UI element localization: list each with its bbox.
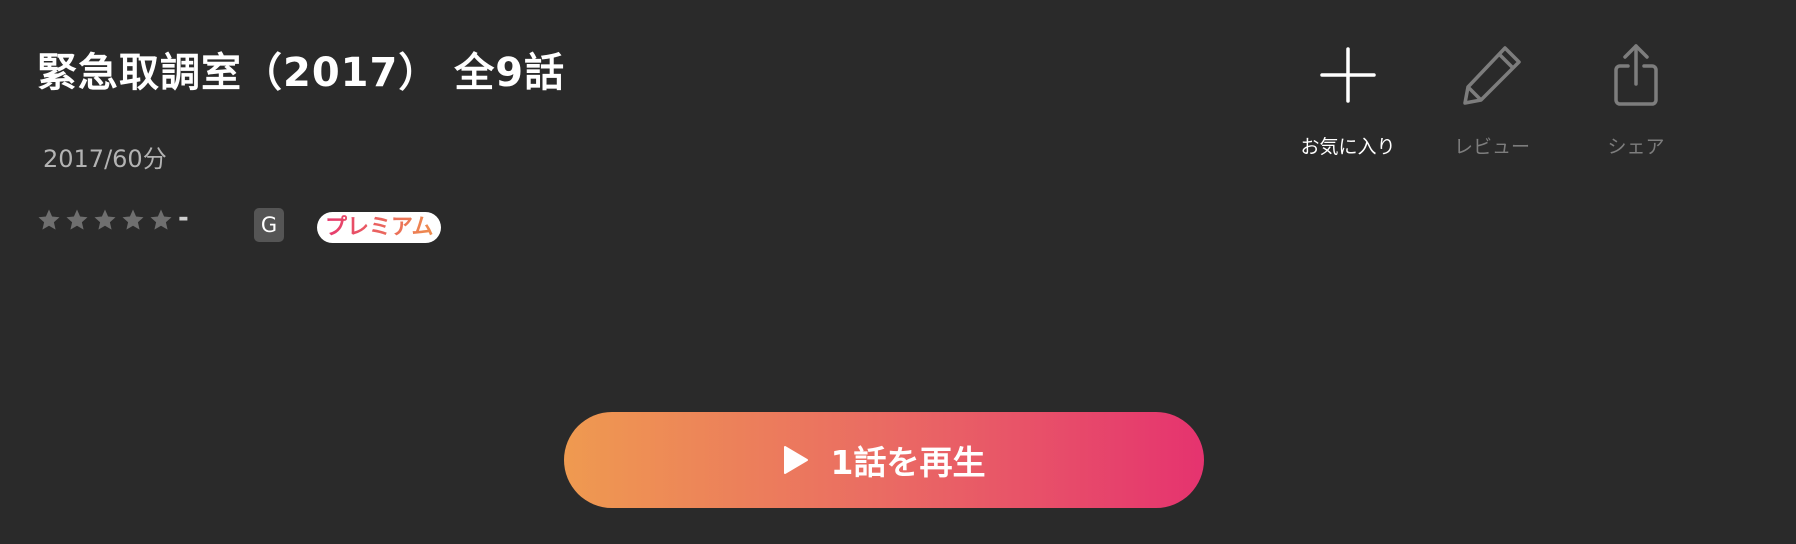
play-icon (783, 446, 808, 474)
star-icon (150, 209, 172, 230)
share-icon (1576, 40, 1696, 110)
pencil-icon (1432, 40, 1552, 110)
favorite-label: お気に入り (1300, 136, 1396, 158)
rating-value: - (178, 203, 189, 233)
share-button[interactable]: シェア (1576, 40, 1696, 159)
star-icon (94, 209, 116, 230)
review-label: レビュー (1453, 136, 1530, 158)
premium-badge-label: プレミアム (325, 215, 434, 240)
rating-row: - G プレミアム (37, 203, 537, 245)
star-icon (66, 209, 88, 230)
star-icon (38, 209, 60, 230)
release-duration: 2017/60分 (43, 145, 167, 173)
share-label: シェア (1607, 136, 1665, 158)
page-title: 緊急取調室（2017） 全9話 (37, 50, 566, 96)
star-icon (122, 209, 144, 230)
play-episode-button[interactable]: 1話を再生 (564, 412, 1204, 508)
play-button-label: 1話を再生 (830, 443, 986, 482)
age-rating-badge: G (254, 208, 284, 242)
premium-badge: プレミアム (317, 212, 442, 243)
favorite-button[interactable]: お気に入り (1288, 40, 1408, 159)
star-rating (37, 208, 173, 232)
plus-icon (1288, 40, 1408, 110)
review-button[interactable]: レビュー (1432, 40, 1552, 159)
